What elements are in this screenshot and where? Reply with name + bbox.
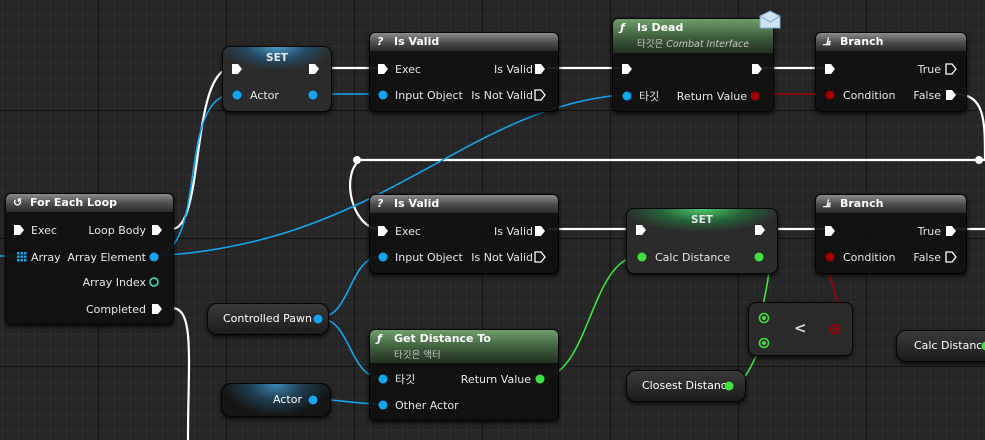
reroute-knots	[353, 156, 983, 164]
reroute-knot[interactable]	[353, 156, 361, 164]
reroute-knot[interactable]	[975, 156, 983, 164]
